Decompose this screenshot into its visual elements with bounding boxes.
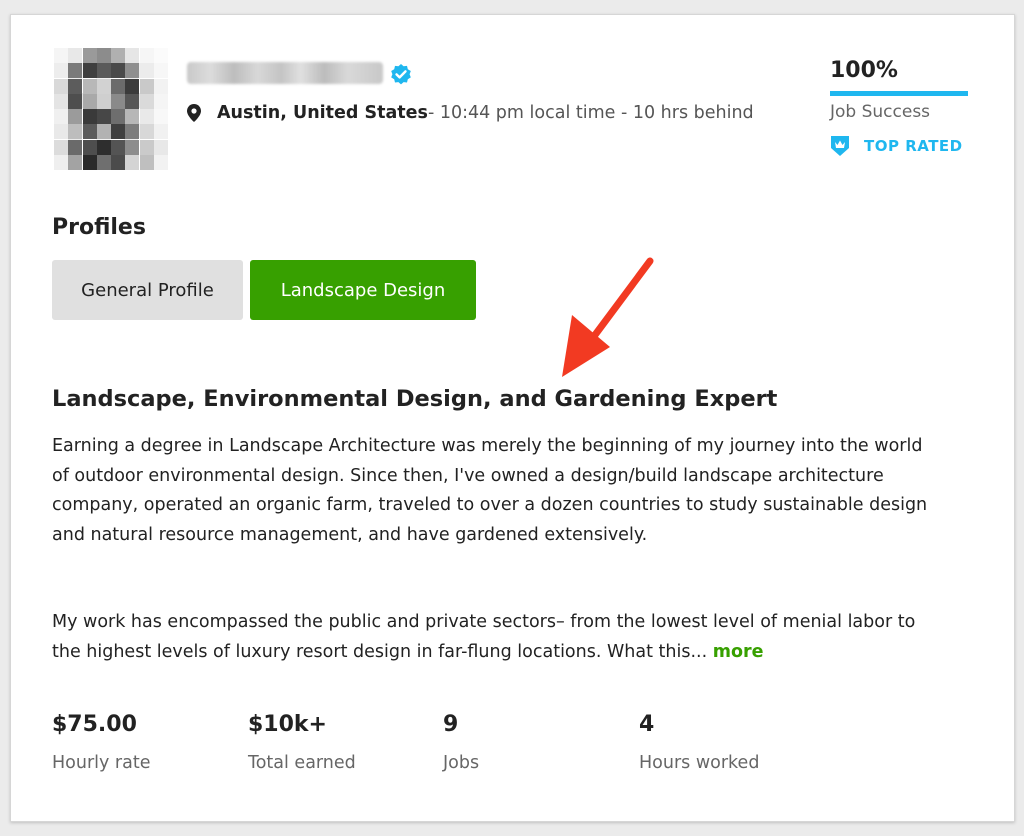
avatar-pixel	[54, 48, 68, 63]
avatar-pixel	[125, 48, 140, 63]
avatar-pixel	[125, 154, 140, 170]
avatar-pixel	[96, 154, 111, 170]
avatar-pixel	[68, 139, 83, 155]
avatar-pixel	[96, 124, 111, 140]
avatar-pixel	[96, 78, 111, 94]
avatar-pixel	[96, 63, 111, 79]
tab-general-profile[interactable]: General Profile	[52, 260, 243, 320]
location-line: Austin, United States - 10:44 pm local t…	[187, 101, 754, 125]
avatar-pixel	[153, 93, 168, 109]
overview-paragraph-1: Earning a degree in Landscape Architectu…	[52, 436, 928, 545]
avatar-pixel	[125, 93, 140, 109]
avatar-pixel	[111, 154, 125, 170]
local-time: - 10:44 pm local time - 10 hrs behind	[427, 103, 754, 123]
avatar-pixel	[82, 124, 97, 140]
avatar-pixel	[139, 139, 154, 155]
job-success-bar-fill	[830, 91, 968, 96]
overview-paragraph-2-text: My work has encompassed the public and p…	[52, 612, 916, 662]
avatar-pixel	[82, 109, 97, 124]
red-arrow-icon	[562, 257, 654, 377]
map-pin-icon	[187, 104, 201, 122]
avatar-pixel	[139, 78, 154, 94]
avatar-pixel	[82, 139, 97, 155]
avatar-pixel	[68, 154, 83, 170]
avatar-pixel	[139, 63, 154, 79]
avatar-pixel	[82, 154, 97, 170]
more-link[interactable]: more	[713, 642, 764, 662]
avatar-pixel	[139, 124, 154, 140]
overview-paragraph-2: My work has encompassed the public and p…	[52, 608, 932, 667]
avatar-pixel	[153, 139, 168, 155]
avatar-pixel	[82, 93, 97, 109]
stat-hourly-rate-value: $75.00	[52, 712, 137, 737]
avatar-pixel	[125, 63, 140, 79]
profile-title: Landscape, Environmental Design, and Gar…	[52, 386, 778, 412]
avatar-pixel	[68, 93, 83, 109]
job-success-label: Job Success	[830, 102, 931, 122]
avatar-pixel	[111, 124, 125, 140]
avatar-pixel	[111, 48, 125, 63]
avatar-pixel	[153, 109, 168, 124]
avatar-pixel	[153, 63, 168, 79]
avatar-pixel	[96, 139, 111, 155]
stat-total-earned-label: Total earned	[248, 753, 356, 773]
verified-check-icon	[391, 64, 411, 85]
avatar-pixel	[111, 63, 125, 79]
avatar-pixel	[139, 154, 154, 170]
profiles-heading: Profiles	[52, 215, 146, 240]
job-success-percent: 100%	[830, 58, 898, 83]
avatar-pixel	[139, 109, 154, 124]
avatar-pixel	[111, 93, 125, 109]
avatar-pixel	[139, 48, 154, 63]
avatar[interactable]	[54, 48, 168, 170]
avatar-pixel	[96, 109, 111, 124]
avatar-pixel	[54, 93, 68, 109]
avatar-pixel	[96, 48, 111, 63]
avatar-pixel	[68, 48, 83, 63]
top-rated-badge: TOP RATED	[830, 135, 963, 157]
stat-hours-worked-value: 4	[639, 712, 655, 737]
top-rated-badge-icon	[831, 136, 849, 156]
avatar-pixel	[125, 124, 140, 140]
stat-jobs-value: 9	[443, 712, 459, 737]
avatar-pixel	[82, 63, 97, 79]
avatar-pixel	[153, 154, 168, 170]
avatar-pixel	[111, 78, 125, 94]
avatar-pixel	[82, 48, 97, 63]
job-success-bar	[830, 91, 968, 96]
avatar-pixel	[125, 139, 140, 155]
avatar-pixel	[54, 124, 68, 140]
avatar-pixel	[68, 63, 83, 79]
stat-hourly-rate-label: Hourly rate	[52, 753, 151, 773]
tab-landscape-design[interactable]: Landscape Design	[250, 260, 476, 320]
avatar-pixel	[153, 78, 168, 94]
location-city: Austin, United States	[217, 103, 428, 123]
stat-hours-worked-label: Hours worked	[639, 753, 760, 773]
avatar-pixel	[54, 109, 68, 124]
avatar-pixel	[125, 78, 140, 94]
avatar-pixel	[54, 63, 68, 79]
avatar-pixel	[96, 93, 111, 109]
avatar-pixel	[153, 48, 168, 63]
avatar-pixel	[125, 109, 140, 124]
avatar-pixel	[54, 139, 68, 155]
avatar-pixel	[111, 139, 125, 155]
avatar-pixel	[82, 78, 97, 94]
avatar-pixel	[68, 109, 83, 124]
avatar-pixel	[68, 78, 83, 94]
avatar-pixel	[54, 154, 68, 170]
avatar-pixel	[68, 124, 83, 140]
stat-total-earned-value: $10k+	[248, 712, 327, 737]
avatar-pixel	[153, 124, 168, 140]
avatar-pixel	[139, 93, 154, 109]
top-rated-label: TOP RATED	[864, 137, 963, 155]
stat-jobs-label: Jobs	[443, 753, 480, 773]
avatar-pixel	[54, 78, 68, 94]
freelancer-name-redacted	[187, 62, 383, 84]
avatar-pixel	[111, 109, 125, 124]
